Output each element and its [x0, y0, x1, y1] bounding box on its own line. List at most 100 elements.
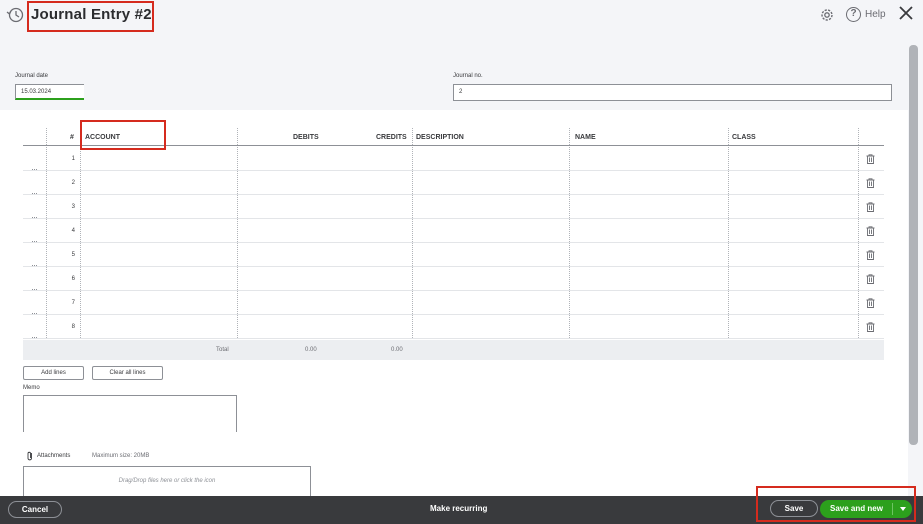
table-cell[interactable]	[80, 147, 81, 170]
row-number: 5	[71, 252, 75, 258]
row-number: 6	[71, 276, 75, 282]
table-cell[interactable]	[237, 267, 238, 290]
table-cell[interactable]	[80, 195, 81, 218]
column-header-number: #	[70, 134, 74, 141]
cancel-button[interactable]: Cancel	[8, 501, 62, 518]
memo-field[interactable]	[23, 395, 237, 432]
table-cell[interactable]	[728, 219, 729, 242]
table-cell[interactable]	[569, 195, 570, 218]
table-cell[interactable]	[237, 291, 238, 314]
journal-no-field[interactable]: 2	[453, 84, 892, 101]
table-cell[interactable]	[412, 171, 413, 194]
table-cell[interactable]	[412, 219, 413, 242]
trash-icon[interactable]	[866, 250, 875, 260]
vertical-scrollbar[interactable]	[909, 45, 918, 445]
table-cell[interactable]	[858, 219, 859, 242]
table-cell[interactable]	[237, 315, 238, 338]
gear-icon[interactable]	[819, 7, 835, 23]
table-cell[interactable]	[412, 243, 413, 266]
table-cell[interactable]	[46, 219, 47, 242]
table-cell[interactable]	[569, 147, 570, 170]
table-row[interactable]: 3	[23, 195, 884, 219]
table-cell[interactable]	[412, 291, 413, 314]
page-header: Journal Entry #2 ? Help Journal date 15.…	[0, 0, 923, 110]
table-cell[interactable]	[858, 171, 859, 194]
table-cell[interactable]	[237, 171, 238, 194]
column-header-class: CLASS	[732, 134, 756, 141]
make-recurring-link[interactable]: Make recurring	[430, 504, 487, 513]
history-icon[interactable]	[6, 6, 24, 24]
drag-handle-icon[interactable]	[32, 325, 38, 338]
table-cell[interactable]	[412, 147, 413, 170]
table-cell[interactable]	[237, 147, 238, 170]
table-cell[interactable]	[858, 147, 859, 170]
close-icon[interactable]	[898, 5, 914, 21]
clear-all-lines-button[interactable]: Clear all lines	[92, 366, 163, 380]
table-cell[interactable]	[728, 267, 729, 290]
trash-icon[interactable]	[866, 298, 875, 308]
table-cell[interactable]	[80, 291, 81, 314]
table-cell[interactable]	[569, 291, 570, 314]
table-cell[interactable]	[728, 171, 729, 194]
table-row[interactable]: 5	[23, 243, 884, 267]
table-cell[interactable]	[858, 291, 859, 314]
table-cell[interactable]	[46, 267, 47, 290]
table-cell[interactable]	[858, 267, 859, 290]
table-cell[interactable]	[80, 219, 81, 242]
table-cell[interactable]	[46, 195, 47, 218]
table-row[interactable]: 1	[23, 147, 884, 171]
column-header-credits: CREDITS	[376, 134, 407, 141]
journal-date-field[interactable]: 15.03.2024	[15, 84, 84, 100]
table-cell[interactable]	[46, 171, 47, 194]
table-cell[interactable]	[46, 291, 47, 314]
drag-handle-icon[interactable]	[32, 301, 38, 314]
add-lines-button[interactable]: Add lines	[23, 366, 84, 380]
drag-handle-icon[interactable]	[32, 229, 38, 242]
table-row[interactable]: 2	[23, 171, 884, 195]
table-cell[interactable]	[569, 219, 570, 242]
table-cell[interactable]	[728, 291, 729, 314]
table-cell[interactable]	[569, 243, 570, 266]
table-cell[interactable]	[412, 315, 413, 338]
table-cell[interactable]	[858, 195, 859, 218]
table-cell[interactable]	[412, 195, 413, 218]
table-row[interactable]: 4	[23, 219, 884, 243]
table-row[interactable]: 8	[23, 315, 884, 339]
table-cell[interactable]	[46, 147, 47, 170]
table-cell[interactable]	[80, 171, 81, 194]
trash-icon[interactable]	[866, 274, 875, 284]
table-cell[interactable]	[46, 315, 47, 338]
table-cell[interactable]	[728, 315, 729, 338]
help-button[interactable]: ? Help	[846, 7, 886, 22]
table-row[interactable]: 6	[23, 267, 884, 291]
attachments-dropzone[interactable]: Drag/Drop files here or click the icon	[23, 466, 311, 496]
trash-icon[interactable]	[866, 226, 875, 236]
table-cell[interactable]	[728, 195, 729, 218]
table-cell[interactable]	[569, 171, 570, 194]
trash-icon[interactable]	[866, 322, 875, 332]
drag-handle-icon[interactable]	[32, 181, 38, 194]
table-cell[interactable]	[858, 315, 859, 338]
table-cell[interactable]	[80, 243, 81, 266]
drag-handle-icon[interactable]	[32, 277, 38, 290]
table-cell[interactable]	[80, 267, 81, 290]
table-cell[interactable]	[858, 243, 859, 266]
trash-icon[interactable]	[866, 154, 875, 164]
table-cell[interactable]	[237, 219, 238, 242]
drag-handle-icon[interactable]	[32, 253, 38, 266]
trash-icon[interactable]	[866, 202, 875, 212]
table-row[interactable]: 7	[23, 291, 884, 315]
drag-handle-icon[interactable]	[32, 205, 38, 218]
paperclip-icon[interactable]	[26, 451, 34, 461]
table-cell[interactable]	[237, 195, 238, 218]
table-cell[interactable]	[728, 147, 729, 170]
drag-handle-icon[interactable]	[32, 157, 38, 170]
table-cell[interactable]	[412, 267, 413, 290]
table-cell[interactable]	[569, 315, 570, 338]
table-cell[interactable]	[46, 243, 47, 266]
table-cell[interactable]	[80, 315, 81, 338]
table-cell[interactable]	[728, 243, 729, 266]
table-cell[interactable]	[569, 267, 570, 290]
trash-icon[interactable]	[866, 178, 875, 188]
table-cell[interactable]	[237, 243, 238, 266]
